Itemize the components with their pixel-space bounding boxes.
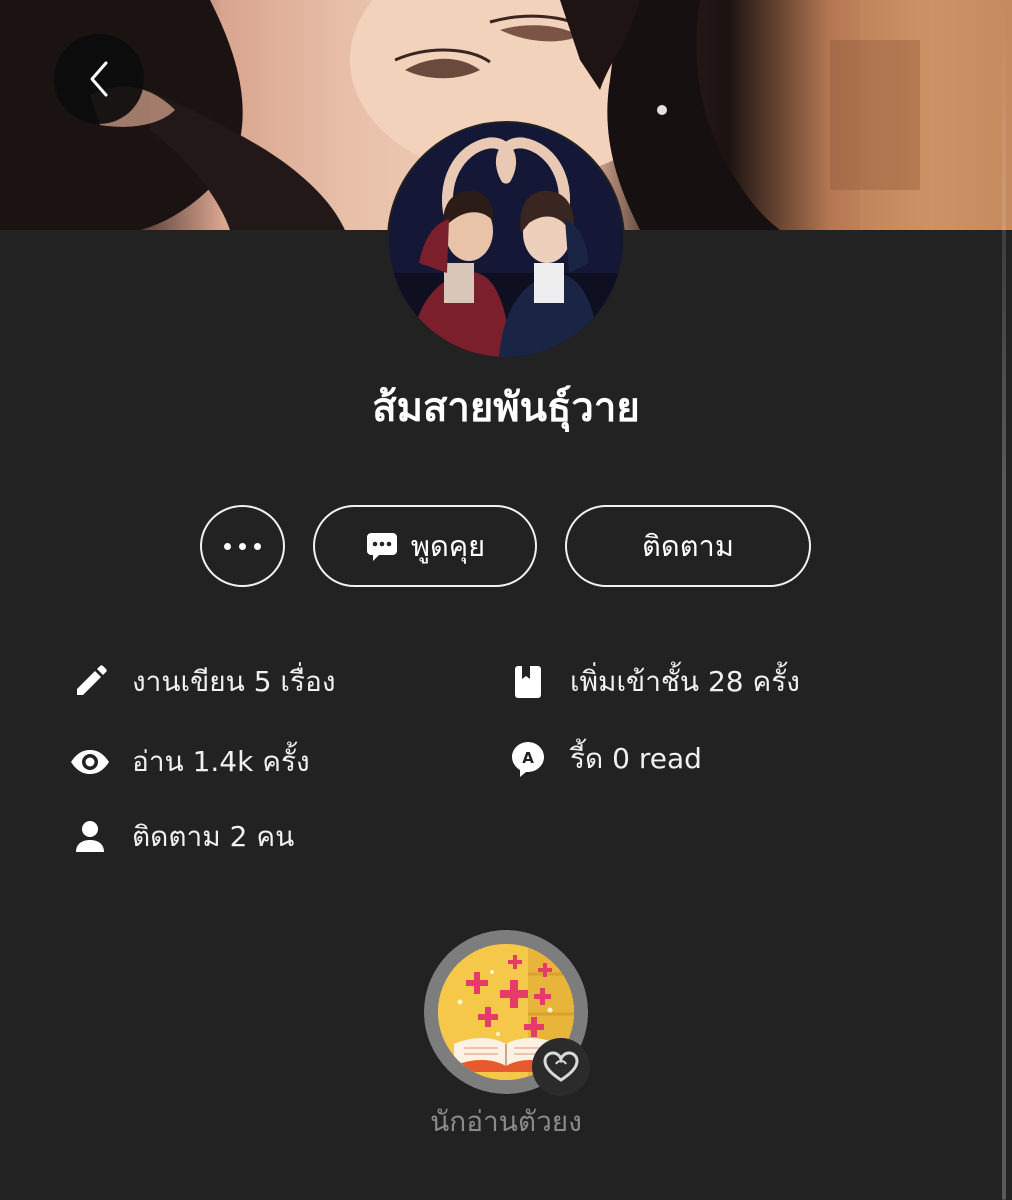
chevron-left-icon: [90, 61, 108, 97]
stat-shelf-adds-label: เพิ่มเข้าชั้น 28 ครั้ง: [570, 665, 800, 698]
person-icon: [70, 817, 110, 857]
stat-followers: ติดตาม 2 คน: [70, 815, 294, 859]
stat-works: งานเขียน 5 เรื่อง: [70, 660, 336, 704]
stat-readers-label: รี้ด 0 read: [570, 742, 702, 775]
stat-reads-label: อ่าน 1.4k ครั้ง: [132, 745, 310, 778]
pencil-icon: [70, 662, 110, 702]
scroll-indicator[interactable]: [1002, 0, 1006, 1200]
bookmark-book-icon: [508, 662, 548, 702]
avatar-photo: [389, 123, 623, 357]
profile-page: ส้มสายพันธุ์วาย พูดคุย ติดตาม งานเขียน 5…: [0, 0, 1012, 1200]
svg-text:A: A: [522, 749, 534, 767]
heart-outline-icon: [532, 1038, 590, 1096]
display-name: ส้มสายพันธุ์วาย: [372, 385, 640, 431]
stat-works-label: งานเขียน 5 เรื่อง: [132, 665, 336, 698]
stat-reads: อ่าน 1.4k ครั้ง: [70, 740, 310, 784]
stat-readers: A รี้ด 0 read: [508, 737, 702, 781]
stat-followers-label: ติดตาม 2 คน: [132, 820, 295, 853]
follow-button-label: ติดตาม: [642, 529, 734, 563]
more-horizontal-icon: [224, 542, 261, 550]
chat-button[interactable]: พูดคุย: [313, 505, 537, 587]
avatar[interactable]: [387, 121, 625, 359]
stat-shelf-adds: เพิ่มเข้าชั้น 28 ครั้ง: [508, 660, 800, 704]
read-bubble-icon: A: [508, 739, 548, 779]
chat-bubble-icon: [366, 533, 397, 561]
more-options-button[interactable]: [200, 505, 285, 587]
follow-button[interactable]: ติดตาม: [565, 505, 811, 587]
back-button[interactable]: [54, 34, 144, 124]
chat-button-label: พูดคุย: [410, 529, 486, 563]
eye-icon: [70, 742, 110, 782]
badge-label: นักอ่านตัวยง: [430, 1105, 582, 1138]
